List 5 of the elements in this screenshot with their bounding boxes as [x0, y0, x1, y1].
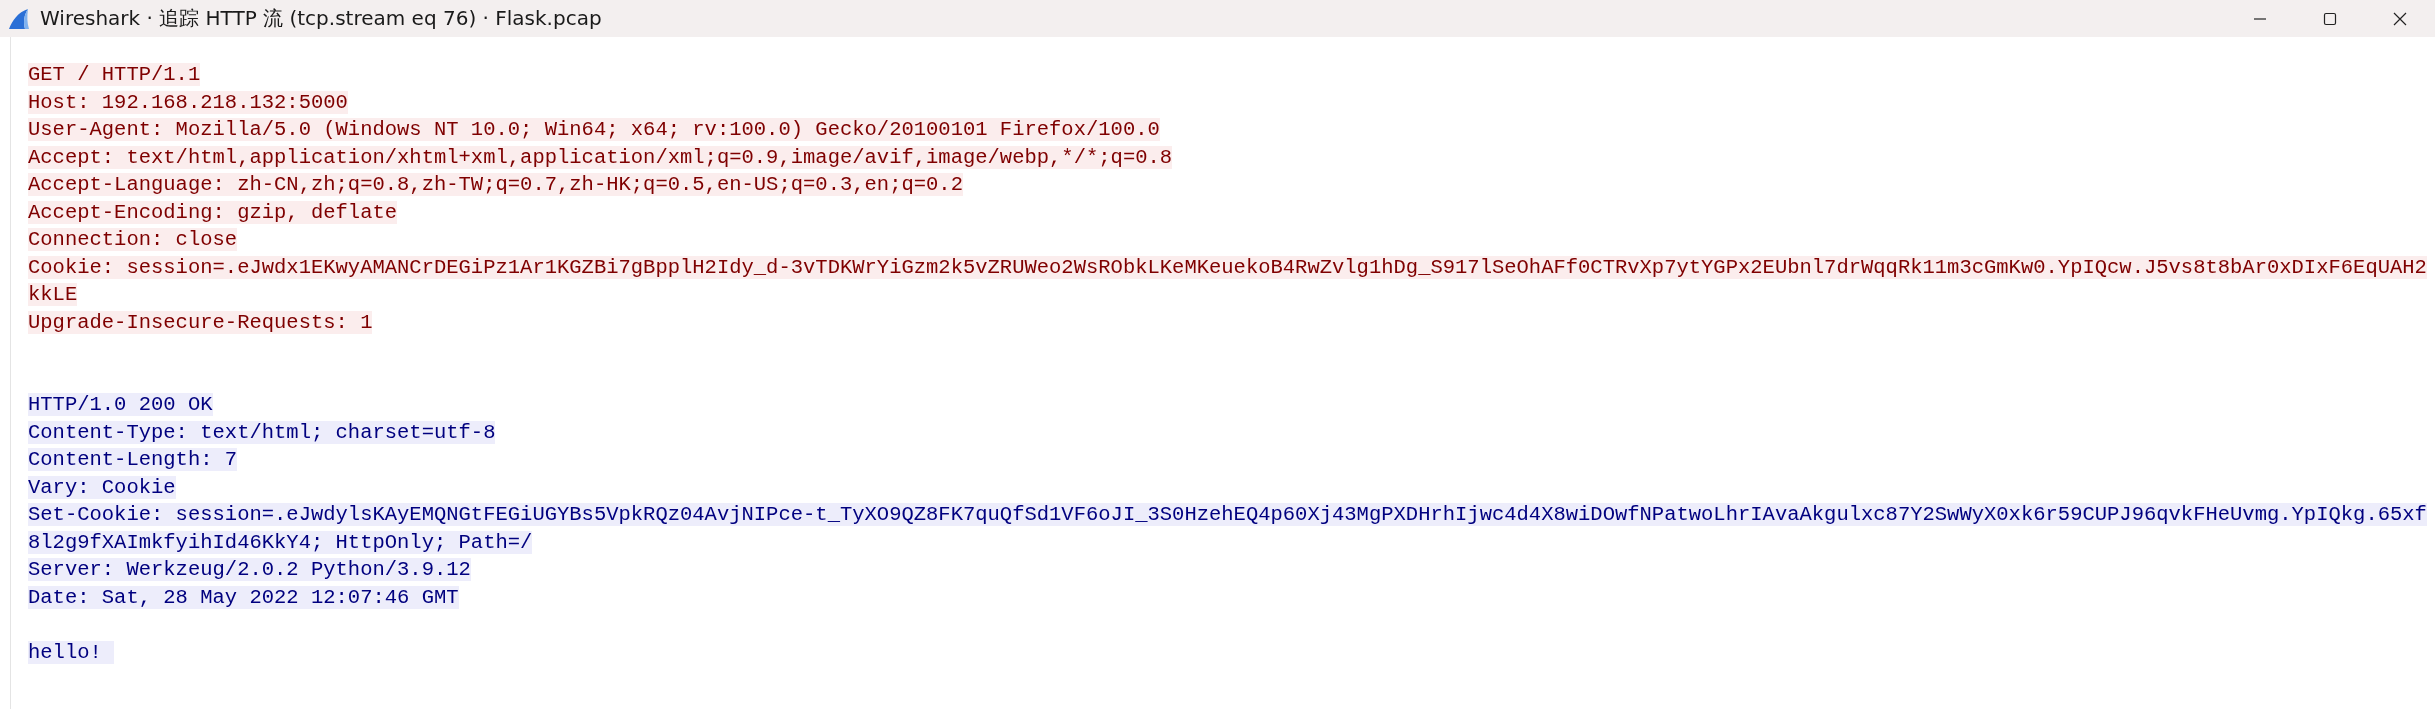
- maximize-icon: [2323, 11, 2337, 26]
- shark-fin-icon: [6, 6, 30, 31]
- window-title: Wireshark · 追踪 HTTP 流 (tcp.stream eq 76) · Flask.pcap: [40, 5, 603, 32]
- close-icon: [2393, 11, 2407, 26]
- minimize-icon: [2253, 17, 2267, 20]
